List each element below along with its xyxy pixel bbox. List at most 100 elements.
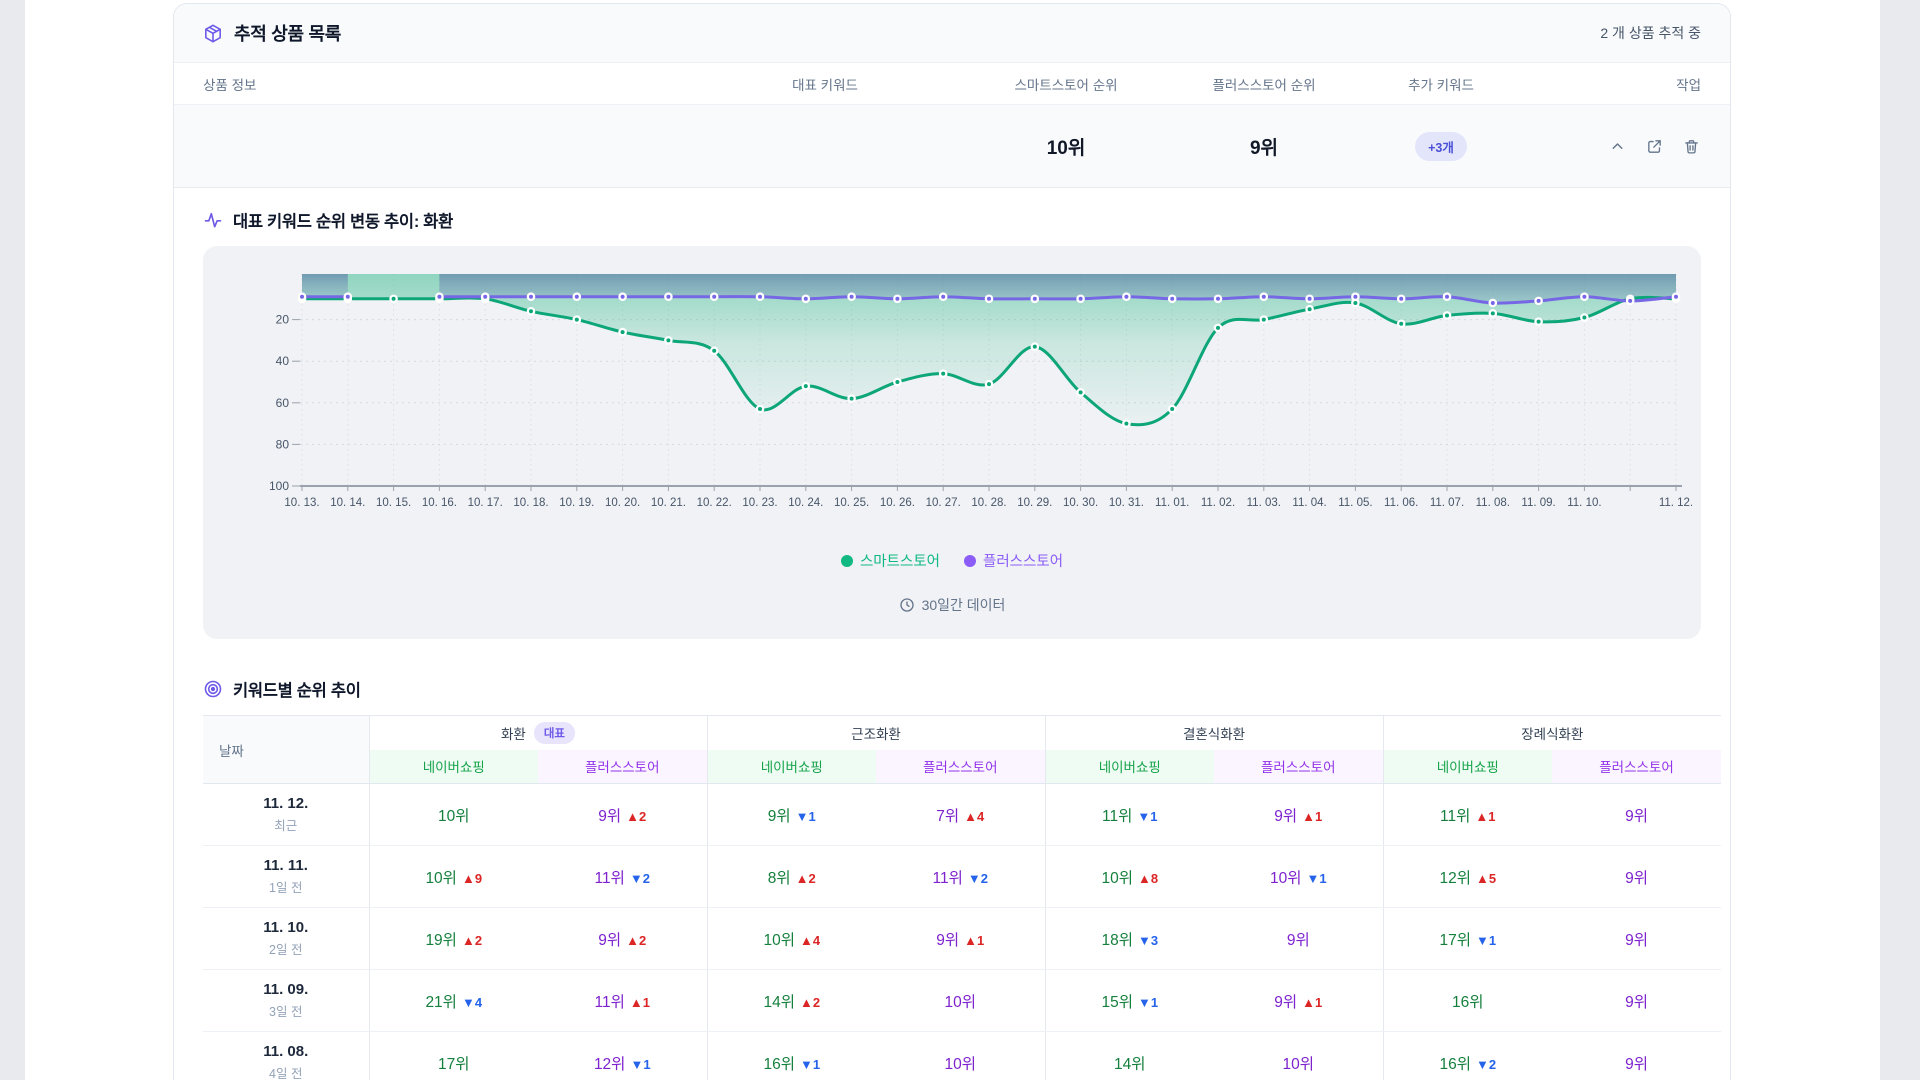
bullseye-icon bbox=[203, 679, 223, 699]
rank-cell: 10위▲8 bbox=[1045, 846, 1214, 908]
svg-text:10. 17.: 10. 17. bbox=[468, 497, 503, 509]
svg-text:10. 23.: 10. 23. bbox=[742, 497, 777, 509]
svg-text:10. 25.: 10. 25. bbox=[834, 497, 869, 509]
package-icon bbox=[203, 23, 223, 43]
rank-cell: 16위▼1 bbox=[707, 1032, 876, 1080]
keyword-section: 키워드별 순위 추이 날짜 화환대표 근조화환 결혼식화환 장례식화환 네이버쇼… bbox=[174, 665, 1730, 1080]
svg-text:10. 19.: 10. 19. bbox=[559, 497, 594, 509]
tracked-products-card: 추적 상품 목록 2 개 상품 추적 중 상품 정보 대표 키워드 스마트스토어… bbox=[173, 3, 1731, 1080]
svg-text:11. 12.: 11. 12. bbox=[1659, 497, 1692, 509]
activity-pulse-icon bbox=[203, 210, 223, 230]
svg-text:10. 16.: 10. 16. bbox=[422, 497, 457, 509]
rank-cell: 17위 bbox=[369, 1032, 538, 1080]
rank-cell: 9위▼1 bbox=[707, 784, 876, 846]
chart-section-title: 대표 키워드 순위 변동 추이: 화환 bbox=[203, 208, 1701, 232]
plusstore-rank-value: 9위 bbox=[1176, 133, 1352, 160]
subcol-navershopping: 네이버쇼핑 bbox=[1383, 750, 1552, 784]
rank-cell: 9위 bbox=[1552, 784, 1721, 846]
external-link-icon[interactable] bbox=[1644, 136, 1664, 156]
subcol-navershopping: 네이버쇼핑 bbox=[369, 750, 538, 784]
rank-cell: 9위▲1 bbox=[1214, 784, 1383, 846]
chart-footer-text: 30일간 데이터 bbox=[922, 595, 1006, 615]
date-cell: 11. 12.최근 bbox=[203, 784, 369, 846]
product-row[interactable]: 10위 9위 +3개 bbox=[174, 105, 1730, 188]
date-cell: 11. 11.1일 전 bbox=[203, 846, 369, 908]
rank-cell: 10위▲4 bbox=[707, 908, 876, 970]
rank-trend-chart[interactable]: 2040608010010. 13.10. 14.10. 15.10. 16.1… bbox=[212, 254, 1692, 520]
svg-text:40: 40 bbox=[276, 354, 290, 368]
table-row: 11. 10.2일 전 19위▲2 9위▲2 10위▲4 9위▲1 18위▼3 … bbox=[203, 908, 1721, 970]
chart-title-text: 대표 키워드 순위 변동 추이: 화환 bbox=[233, 208, 453, 232]
rank-cell: 14위▲2 bbox=[707, 970, 876, 1032]
keyword-group-header: 근조화환 bbox=[707, 716, 1045, 750]
svg-text:11. 10.: 11. 10. bbox=[1567, 497, 1601, 509]
rank-trend-chart-container: 2040608010010. 13.10. 14.10. 15.10. 16.1… bbox=[203, 246, 1701, 639]
svg-text:11. 01.: 11. 01. bbox=[1155, 497, 1189, 509]
keyword-group-header: 장례식화환 bbox=[1383, 716, 1721, 750]
keyword-group-header: 화환대표 bbox=[369, 716, 707, 750]
rank-cell: 11위▲1 bbox=[1383, 784, 1552, 846]
date-cell: 11. 09.3일 전 bbox=[203, 970, 369, 1032]
svg-text:10. 31.: 10. 31. bbox=[1109, 497, 1144, 509]
trash-icon[interactable] bbox=[1681, 136, 1701, 156]
rank-cell: 14위 bbox=[1045, 1032, 1214, 1080]
card-title: 추적 상품 목록 bbox=[203, 20, 341, 46]
rank-cell: 9위 bbox=[1552, 908, 1721, 970]
page-title: 추적 상품 목록 bbox=[234, 20, 341, 46]
kw-subheader-row: 네이버쇼핑플러스스토어네이버쇼핑플러스스토어네이버쇼핑플러스스토어네이버쇼핑플러… bbox=[203, 750, 1721, 784]
smartstore-rank-value: 10위 bbox=[956, 133, 1176, 160]
card-header: 추적 상품 목록 2 개 상품 추적 중 bbox=[174, 4, 1730, 63]
rep-badge: 대표 bbox=[534, 722, 575, 744]
rank-cell: 8위▲2 bbox=[707, 846, 876, 908]
kw-group-header-row: 날짜 화환대표 근조화환 결혼식화환 장례식화환 bbox=[203, 716, 1721, 750]
page-left-gutter bbox=[0, 0, 25, 1080]
svg-text:10. 14.: 10. 14. bbox=[330, 497, 365, 509]
rank-cell: 12위▼1 bbox=[538, 1032, 707, 1080]
rank-cell: 17위▼1 bbox=[1383, 908, 1552, 970]
page-right-gutter bbox=[1880, 0, 1920, 1080]
rank-cell: 10위▼1 bbox=[1214, 846, 1383, 908]
legend-plusstore: 플러스스토어 bbox=[964, 550, 1063, 571]
col-extra-keywords: 추가 키워드 bbox=[1352, 74, 1530, 94]
svg-text:10. 26.: 10. 26. bbox=[880, 497, 915, 509]
legend-smartstore: 스마트스토어 bbox=[841, 550, 940, 571]
svg-text:10. 13.: 10. 13. bbox=[284, 497, 319, 509]
svg-text:10. 30.: 10. 30. bbox=[1063, 497, 1098, 509]
keyword-section-title: 키워드별 순위 추이 bbox=[203, 677, 1701, 701]
svg-text:11. 05.: 11. 05. bbox=[1338, 497, 1372, 509]
svg-text:20: 20 bbox=[276, 313, 290, 327]
table-row: 11. 12.최근 10위 9위▲2 9위▼1 7위▲4 11위▼1 9위▲1 bbox=[203, 784, 1721, 846]
rank-cell: 11위▼1 bbox=[1045, 784, 1214, 846]
svg-text:11. 08.: 11. 08. bbox=[1476, 497, 1510, 509]
table-row: 11. 09.3일 전 21위▼4 11위▲1 14위▲2 10위 15위▼1 … bbox=[203, 970, 1721, 1032]
keyword-rank-table: 날짜 화환대표 근조화환 결혼식화환 장례식화환 네이버쇼핑플러스스토어네이버쇼… bbox=[203, 715, 1721, 1080]
svg-text:10. 20.: 10. 20. bbox=[605, 497, 640, 509]
svg-text:100: 100 bbox=[269, 479, 289, 493]
extra-keywords-badge[interactable]: +3개 bbox=[1415, 132, 1467, 161]
subcol-navershopping: 네이버쇼핑 bbox=[1045, 750, 1214, 784]
rank-cell: 11위▼2 bbox=[538, 846, 707, 908]
row-actions bbox=[1530, 136, 1730, 156]
rank-cell: 10위 bbox=[876, 1032, 1045, 1080]
rank-cell: 10위 bbox=[876, 970, 1045, 1032]
rank-cell: 15위▼1 bbox=[1045, 970, 1214, 1032]
legend-smartstore-label: 스마트스토어 bbox=[860, 550, 940, 571]
tracking-status: 2 개 상품 추적 중 bbox=[1600, 23, 1701, 43]
rank-cell: 19위▲2 bbox=[369, 908, 538, 970]
subcol-plusstore: 플러스스토어 bbox=[876, 750, 1045, 784]
rank-cell: 10위 bbox=[1214, 1032, 1383, 1080]
col-smartstore-rank: 스마트스토어 순위 bbox=[956, 74, 1176, 94]
keyword-title-text: 키워드별 순위 추이 bbox=[233, 677, 361, 701]
rank-cell: 16위 bbox=[1383, 970, 1552, 1032]
rank-cell: 9위 bbox=[1552, 970, 1721, 1032]
rank-cell: 9위▲1 bbox=[876, 908, 1045, 970]
table-row: 11. 08.4일 전 17위 12위▼1 16위▼1 10위 14위 10위 bbox=[203, 1032, 1721, 1080]
svg-text:10. 29.: 10. 29. bbox=[1017, 497, 1052, 509]
rank-cell: 10위 bbox=[369, 784, 538, 846]
svg-text:11. 06.: 11. 06. bbox=[1384, 497, 1418, 509]
svg-text:11. 03.: 11. 03. bbox=[1247, 497, 1281, 509]
chevron-up-icon[interactable] bbox=[1607, 136, 1627, 156]
svg-text:11. 09.: 11. 09. bbox=[1521, 497, 1555, 509]
rank-cell: 12위▲5 bbox=[1383, 846, 1552, 908]
product-table-header: 상품 정보 대표 키워드 스마트스토어 순위 플러스스토어 순위 추가 키워드 … bbox=[174, 63, 1730, 105]
